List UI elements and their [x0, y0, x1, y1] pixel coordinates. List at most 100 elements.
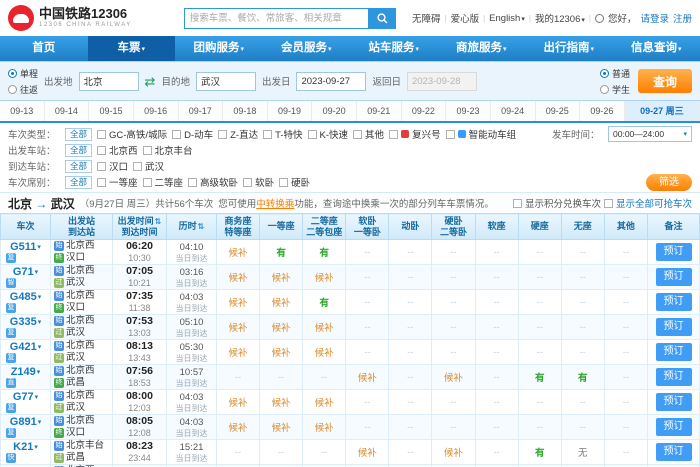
- filter-option[interactable]: 其他: [353, 127, 384, 141]
- train-number[interactable]: G421: [10, 341, 37, 353]
- seat-cell[interactable]: 候补: [260, 390, 303, 415]
- chevron-down-icon[interactable]: ▾: [38, 293, 42, 301]
- date-tab[interactable]: 09-19: [268, 101, 313, 121]
- filter-option[interactable]: 智能动车组: [446, 127, 517, 141]
- date-tab-active[interactable]: 09-27 周三: [625, 101, 700, 121]
- radio-option[interactable]: 单程: [8, 67, 38, 80]
- seat-cell[interactable]: 候补: [303, 315, 346, 340]
- nav-item[interactable]: 信息查询▾: [613, 36, 700, 61]
- train-number[interactable]: G71: [13, 266, 34, 278]
- site-logo[interactable]: 中国铁路12306 12306 CHINA RAILWAY: [8, 5, 132, 31]
- book-button[interactable]: 预订: [656, 343, 692, 361]
- seat-cell[interactable]: 候补: [217, 390, 260, 415]
- nav-item[interactable]: 车票▾: [88, 36, 176, 61]
- filter-option[interactable]: 汉口: [97, 159, 128, 173]
- filter-submit-button[interactable]: 筛选: [646, 174, 692, 191]
- filter-option[interactable]: 高级软卧: [188, 175, 238, 189]
- to-station-input[interactable]: 武汉: [196, 72, 256, 91]
- chevron-down-icon[interactable]: ▾: [37, 243, 41, 251]
- nav-item[interactable]: 团购服务▾: [175, 36, 263, 61]
- seat-cell[interactable]: 候补: [432, 440, 475, 465]
- nav-item[interactable]: 出行指南▾: [525, 36, 613, 61]
- depart-date-input[interactable]: 2023-09-27: [296, 72, 366, 91]
- filter-all-button[interactable]: 全部: [65, 176, 92, 189]
- chevron-down-icon[interactable]: ▾: [37, 368, 41, 376]
- filter-option[interactable]: 一等座: [97, 175, 138, 189]
- from-station-input[interactable]: 北京: [79, 72, 139, 91]
- seat-cell[interactable]: 候补: [217, 290, 260, 315]
- seat-cell[interactable]: 候补: [217, 265, 260, 290]
- date-tab[interactable]: 09-20: [312, 101, 357, 121]
- seat-cell[interactable]: 候补: [217, 240, 260, 265]
- train-number[interactable]: G77: [13, 391, 34, 403]
- column-header[interactable]: 历时⇅: [167, 214, 217, 240]
- seat-cell[interactable]: 有: [303, 240, 346, 265]
- train-number[interactable]: G511: [10, 241, 36, 253]
- date-tab[interactable]: 09-14: [45, 101, 90, 121]
- nav-item[interactable]: 站车服务▾: [350, 36, 438, 61]
- date-tab[interactable]: 09-23: [446, 101, 491, 121]
- seat-cell[interactable]: 候补: [303, 265, 346, 290]
- filter-option[interactable]: 武汉: [133, 159, 164, 173]
- book-button[interactable]: 预订: [656, 418, 692, 436]
- book-button[interactable]: 预订: [656, 368, 692, 386]
- nav-item[interactable]: 商旅服务▾: [438, 36, 526, 61]
- date-tab[interactable]: 09-15: [89, 101, 134, 121]
- book-button[interactable]: 预订: [656, 293, 692, 311]
- filter-option[interactable]: K-快速: [308, 127, 349, 141]
- seat-cell[interactable]: 候补: [260, 315, 303, 340]
- seat-cell[interactable]: 有: [303, 290, 346, 315]
- date-tab[interactable]: 09-24: [491, 101, 536, 121]
- filter-all-button[interactable]: 全部: [65, 128, 92, 141]
- query-button[interactable]: 查询: [638, 69, 692, 93]
- filter-option[interactable]: 软卧: [243, 175, 274, 189]
- login-link[interactable]: 请登录: [640, 11, 669, 25]
- filter-option[interactable]: Z-直达: [218, 127, 258, 141]
- depart-time-select[interactable]: 00:00—24:00▾: [608, 126, 692, 142]
- nav-item[interactable]: 会员服务▾: [263, 36, 351, 61]
- seat-cell[interactable]: 候补: [260, 415, 303, 440]
- topbar-link[interactable]: 无障碍: [412, 11, 441, 25]
- seat-cell[interactable]: 候补: [260, 340, 303, 365]
- topbar-link[interactable]: 我的12306▾: [535, 11, 585, 25]
- book-button[interactable]: 预订: [656, 393, 692, 411]
- date-tab[interactable]: 09-18: [223, 101, 268, 121]
- book-button[interactable]: 预订: [656, 318, 692, 336]
- book-button[interactable]: 预订: [656, 243, 692, 261]
- transfer-link[interactable]: 中转换乘: [256, 199, 294, 210]
- seat-cell[interactable]: 候补: [303, 390, 346, 415]
- book-button[interactable]: 预订: [656, 443, 692, 461]
- seat-cell[interactable]: 候补: [217, 415, 260, 440]
- seat-cell[interactable]: 有: [260, 240, 303, 265]
- filter-option[interactable]: 北京丰台: [143, 143, 193, 157]
- book-button[interactable]: 预订: [656, 268, 692, 286]
- nav-item[interactable]: 首页: [0, 36, 88, 61]
- seat-cell[interactable]: 候补: [217, 315, 260, 340]
- date-tab[interactable]: 09-25: [536, 101, 581, 121]
- points-checkbox[interactable]: [513, 199, 522, 208]
- chevron-down-icon[interactable]: ▾: [38, 318, 42, 326]
- search-input[interactable]: [184, 8, 369, 29]
- seat-cell[interactable]: 有: [518, 440, 561, 465]
- train-number[interactable]: K21: [13, 441, 33, 453]
- date-tab[interactable]: 09-21: [357, 101, 402, 121]
- filter-option[interactable]: T-特快: [263, 127, 302, 141]
- seat-cell[interactable]: 候补: [303, 415, 346, 440]
- filter-option[interactable]: 北京西: [97, 143, 138, 157]
- chevron-down-icon[interactable]: ▾: [34, 443, 38, 451]
- seat-cell[interactable]: 候补: [346, 440, 389, 465]
- filter-option[interactable]: 硬卧: [279, 175, 310, 189]
- date-tab[interactable]: 09-16: [134, 101, 179, 121]
- column-header[interactable]: 出发时间⇅到达时间: [113, 214, 167, 240]
- seat-cell[interactable]: 候补: [432, 365, 475, 390]
- chevron-down-icon[interactable]: ▾: [35, 268, 39, 276]
- chevron-down-icon[interactable]: ▾: [38, 343, 42, 351]
- search-button[interactable]: [369, 8, 396, 29]
- register-link[interactable]: 注册: [673, 11, 692, 25]
- train-number[interactable]: G335: [10, 316, 37, 328]
- chevron-down-icon[interactable]: ▾: [35, 393, 39, 401]
- date-tab[interactable]: 09-22: [402, 101, 447, 121]
- topbar-link[interactable]: English▾: [489, 13, 525, 24]
- topbar-link[interactable]: 爱心版: [451, 11, 480, 25]
- seat-cell[interactable]: 候补: [217, 340, 260, 365]
